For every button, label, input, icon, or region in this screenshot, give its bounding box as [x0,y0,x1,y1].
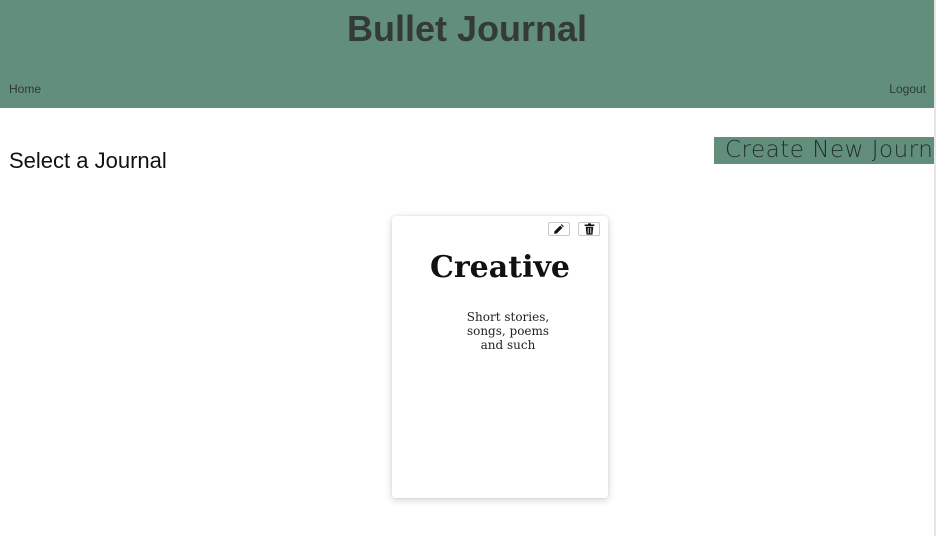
pencil-icon [553,223,565,235]
edit-journal-button[interactable] [548,222,570,236]
page-title: Select a Journal [9,148,167,173]
trash-icon [584,223,595,235]
app-header: Bullet Journal Home Logout [0,0,934,108]
app-title: Bullet Journal [346,8,588,49]
nav-home-link[interactable]: Home [9,82,41,96]
delete-journal-button[interactable] [578,222,600,236]
journal-card[interactable]: Creative Short stories, songs, poems and… [392,216,608,498]
journal-title: Creative [430,250,570,285]
create-journal-button[interactable]: Create New Journal [714,137,936,164]
nav-logout-link[interactable]: Logout [889,82,926,96]
journal-description: Short stories, songs, poems and such [466,310,550,352]
